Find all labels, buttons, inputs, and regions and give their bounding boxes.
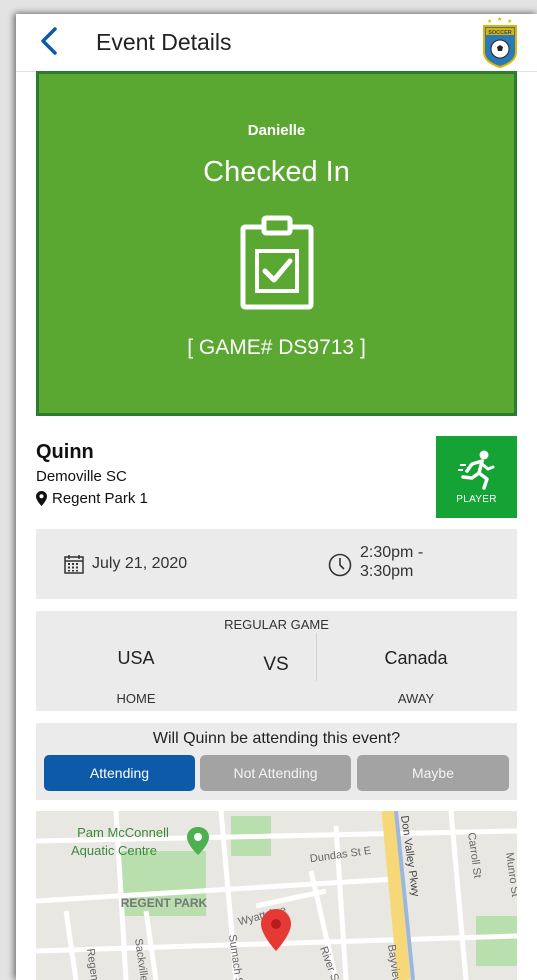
- schedule-panel: July 21, 2020 2:30pm - 3:30pm: [36, 529, 517, 599]
- calendar-icon: [64, 555, 84, 574]
- away-label: AWAY: [397, 691, 435, 706]
- time-end: 3:30pm: [360, 563, 414, 580]
- checkin-status: Checked In: [203, 156, 350, 188]
- running-player-icon: [458, 450, 495, 490]
- checkin-card: Danielle Checked In [ GAME# DS9713 ]: [36, 71, 517, 416]
- map-pin-icon: [36, 491, 47, 506]
- maybe-button[interactable]: Maybe: [357, 755, 509, 791]
- svg-text:★: ★: [497, 16, 502, 23]
- checkin-name: Danielle: [247, 122, 306, 139]
- rsvp-panel: Will Quinn be attending this event? Atte…: [36, 723, 517, 800]
- club-logo: ★ ★ ★ SOCCER: [483, 16, 517, 68]
- time-start: 2:30pm -: [360, 544, 424, 561]
- team-divider: [316, 633, 317, 681]
- svg-text:★: ★: [507, 18, 512, 25]
- club-name: Demoville SC: [36, 468, 127, 485]
- location-label: Regent Park 1: [52, 490, 148, 507]
- app-header: Event Details ★ ★ ★ SOCCER: [16, 14, 537, 72]
- home-label: HOME: [116, 691, 156, 706]
- svg-text:★: ★: [487, 18, 492, 25]
- versus-label: VS: [263, 654, 289, 675]
- page-title: Event Details: [96, 29, 232, 55]
- logo-text: SOCCER: [488, 30, 512, 36]
- event-time: 2:30pm - 3:30pm: [360, 543, 423, 581]
- match-panel: REGULAR GAME USA VS Canada HOME AWAY: [36, 611, 517, 711]
- clipboard-check-icon: [240, 215, 314, 310]
- home-team: USA: [117, 648, 155, 668]
- app-screen: Event Details ★ ★ ★ SOCCER Danielle Chec…: [16, 14, 537, 980]
- role-label: PLAYER: [456, 494, 497, 505]
- game-type: REGULAR GAME: [224, 617, 329, 632]
- map-label-regent-park: REGENT PARK: [121, 896, 208, 910]
- away-team: Canada: [384, 648, 448, 668]
- map-label-aquatic-2: Aquatic Centre: [71, 843, 157, 858]
- attending-button[interactable]: Attending: [44, 755, 195, 791]
- game-number: [ GAME# DS9713 ]: [187, 336, 366, 359]
- back-arrow-icon[interactable]: [36, 26, 62, 56]
- map-label-aquatic-1: Pam McConnell: [77, 825, 169, 840]
- player-role-badge[interactable]: PLAYER: [436, 436, 517, 518]
- clock-icon: [328, 553, 352, 577]
- player-name: Quinn: [36, 441, 94, 463]
- not-attending-button[interactable]: Not Attending: [200, 755, 351, 791]
- park-area: [476, 916, 517, 966]
- event-date: July 21, 2020: [92, 555, 188, 572]
- event-location[interactable]: Regent Park 1: [36, 490, 148, 507]
- location-map[interactable]: Pam McConnell Aquatic Centre REGENT PARK…: [36, 811, 517, 980]
- rsvp-question: Will Quinn be attending this event?: [152, 730, 401, 747]
